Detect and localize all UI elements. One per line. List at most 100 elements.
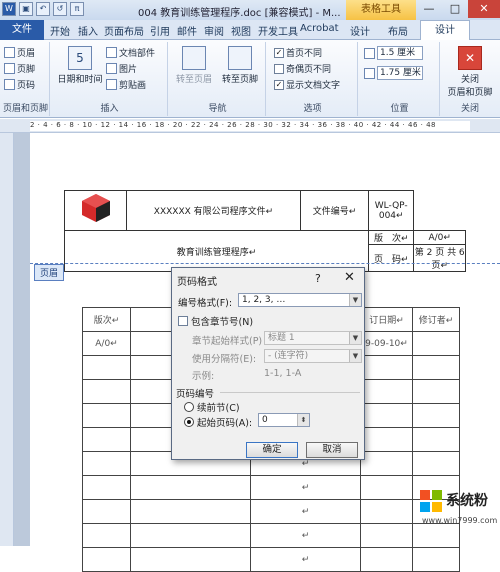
- ruler-scale: 2 · 4 · 6 · 8 · 10 · 12 · 14 · 16 · 18 ·…: [30, 121, 470, 131]
- tab-mailings[interactable]: 邮件: [177, 23, 197, 38]
- goto-header-button[interactable]: 转至页眉: [172, 46, 216, 85]
- table-row: ↵: [82, 475, 460, 500]
- doc-parts-icon: [106, 47, 117, 58]
- header-tag: 页眉: [34, 264, 65, 281]
- dialog-close-icon[interactable]: ✕: [344, 270, 355, 285]
- checkbox-icon: [178, 316, 188, 326]
- logo-square-blue: [420, 502, 430, 512]
- horizontal-ruler[interactable]: 2 · 4 · 6 · 8 · 10 · 12 · 14 · 16 · 18 ·…: [0, 119, 500, 133]
- spinner-icon[interactable]: ⬍: [297, 414, 309, 426]
- table-row: ↵: [82, 523, 460, 548]
- doc-parts-button[interactable]: 文档部件: [106, 46, 155, 59]
- continue-radio[interactable]: 续前节(C): [184, 400, 240, 414]
- group-close: ✕ 关闭 页眉和页脚 关闭: [442, 42, 498, 116]
- tab-page-layout[interactable]: 页面布局: [104, 23, 144, 38]
- picture-button[interactable]: 图片: [106, 62, 137, 75]
- group-label: 导航: [208, 104, 227, 114]
- ok-button[interactable]: 确定: [246, 442, 298, 458]
- group-label: 关闭: [460, 104, 479, 114]
- chapter-style-value: 标题 1: [268, 333, 295, 343]
- footer-button[interactable]: 页脚: [4, 62, 35, 75]
- numbering-section-title: 页码编号: [176, 389, 215, 400]
- company-logo: [81, 194, 110, 222]
- tab-references[interactable]: 引用: [150, 23, 170, 38]
- continue-label: 续前节(C): [197, 403, 240, 414]
- table-row: ↵: [82, 499, 460, 524]
- checkbox-icon: [274, 63, 284, 74]
- radio-icon: [184, 402, 194, 412]
- tab-insert[interactable]: 插入: [78, 23, 98, 38]
- tab-file[interactable]: 文件: [0, 20, 44, 40]
- close-label-line2: 页眉和页脚: [447, 88, 493, 98]
- header-table: XXXXXX 有限公司程序文件↵ 文件编号↵ WL-QP-004↵ 教育训练管理…: [64, 190, 466, 272]
- show-doc-text-checkbox[interactable]: ✓ 显示文档文字: [274, 78, 340, 91]
- file-no-label: 文件编号↵: [300, 190, 369, 231]
- clipart-icon: [106, 79, 117, 90]
- watermark-url: www.win7999.com: [422, 516, 498, 525]
- start-at-input[interactable]: 0 ⬍: [258, 413, 310, 427]
- group-label: 选项: [303, 104, 322, 114]
- redo-icon[interactable]: ↺: [53, 2, 67, 16]
- start-at-value: 0: [262, 415, 268, 425]
- header-icon: [4, 47, 15, 58]
- clipart-button[interactable]: 剪贴画: [106, 78, 146, 91]
- vertical-ruler[interactable]: [0, 133, 14, 546]
- radio-selected-icon: [184, 417, 194, 427]
- checkbox-checked-icon: ✓: [274, 47, 284, 58]
- goto-footer-icon: [228, 46, 252, 70]
- undo-icon[interactable]: ↶: [36, 2, 50, 16]
- minimize-button[interactable]: —: [416, 0, 442, 18]
- footer-bottom-position[interactable]: 1.75 厘米: [364, 66, 423, 80]
- table-cell: 9-09-10↵: [360, 331, 413, 356]
- chevron-down-icon: ▼: [349, 294, 361, 306]
- group-header-footer: 页眉 页脚 页码 页眉和页脚: [2, 42, 50, 116]
- group-position: 1.5 厘米 1.75 厘米 位置: [360, 42, 440, 116]
- picture-icon: [106, 63, 117, 74]
- word-app-icon[interactable]: W: [2, 2, 16, 16]
- tab-view[interactable]: 视图: [231, 23, 251, 38]
- pi-icon[interactable]: π: [70, 2, 84, 16]
- tab-header-footer-design[interactable]: 设计: [420, 20, 470, 40]
- footer-icon: [4, 63, 15, 74]
- close-window-button[interactable]: ✕: [468, 0, 500, 18]
- header-button[interactable]: 页眉: [4, 46, 35, 59]
- file-no-value: WL-QP-004↵: [367, 190, 415, 231]
- footer-label: 页脚: [17, 65, 36, 75]
- maximize-button[interactable]: □: [442, 0, 468, 18]
- chapter-style-label: 章节起始样式(P): [192, 336, 263, 347]
- calendar-icon: 5: [68, 46, 92, 70]
- number-format-value: 1, 2, 3, …: [242, 295, 286, 305]
- version-label: 版 次↵: [367, 230, 415, 245]
- tab-home[interactable]: 开始: [50, 23, 70, 38]
- tab-acrobat[interactable]: Acrobat: [300, 23, 339, 34]
- date-time-button[interactable]: 5 日期和时间: [56, 46, 104, 85]
- header-position-icon: [364, 47, 375, 59]
- different-first-page-checkbox[interactable]: ✓ 首页不同: [274, 46, 322, 59]
- number-format-select[interactable]: 1, 2, 3, … ▼: [238, 293, 362, 307]
- group-navigation: 转至页眉 转至页脚 导航: [170, 42, 266, 116]
- date-time-label: 日期和时间: [57, 75, 103, 85]
- page-number-format-dialog: 页码格式 ? ✕ 编号格式(F): 1, 2, 3, … ▼ 包含章节号(N) 章…: [171, 267, 365, 460]
- chapter-style-select[interactable]: 标题 1 ▼: [264, 331, 362, 345]
- page-number-button[interactable]: 页码: [4, 78, 35, 91]
- footer-position-input[interactable]: 1.75 厘米: [377, 66, 423, 80]
- table-row: ↵: [82, 547, 460, 572]
- header-top-position[interactable]: 1.5 厘米: [364, 46, 423, 60]
- tab-review[interactable]: 审阅: [204, 23, 224, 38]
- tab-table-design[interactable]: 设计: [350, 23, 370, 38]
- number-format-label: 编号格式(F):: [178, 298, 233, 309]
- help-icon[interactable]: ?: [315, 272, 321, 285]
- group-label: 页眉和页脚: [2, 104, 48, 114]
- goto-footer-button[interactable]: 转至页脚: [218, 46, 262, 85]
- opt3-label: 显示文档文字: [286, 81, 341, 91]
- odd-even-checkbox[interactable]: 奇偶页不同: [274, 62, 331, 75]
- separator-select[interactable]: - (连字符) ▼: [264, 349, 362, 363]
- close-header-footer-button[interactable]: ✕ 关闭 页眉和页脚: [442, 46, 498, 98]
- include-chapter-checkbox[interactable]: 包含章节号(N): [178, 314, 253, 328]
- tab-table-layout[interactable]: 布局: [388, 23, 408, 38]
- tab-developer[interactable]: 开发工具: [258, 23, 298, 38]
- start-at-radio[interactable]: 起始页码(A):: [184, 415, 252, 429]
- cancel-button[interactable]: 取消: [306, 442, 358, 458]
- save-icon[interactable]: ▣: [19, 2, 33, 16]
- header-position-input[interactable]: 1.5 厘米: [377, 46, 423, 60]
